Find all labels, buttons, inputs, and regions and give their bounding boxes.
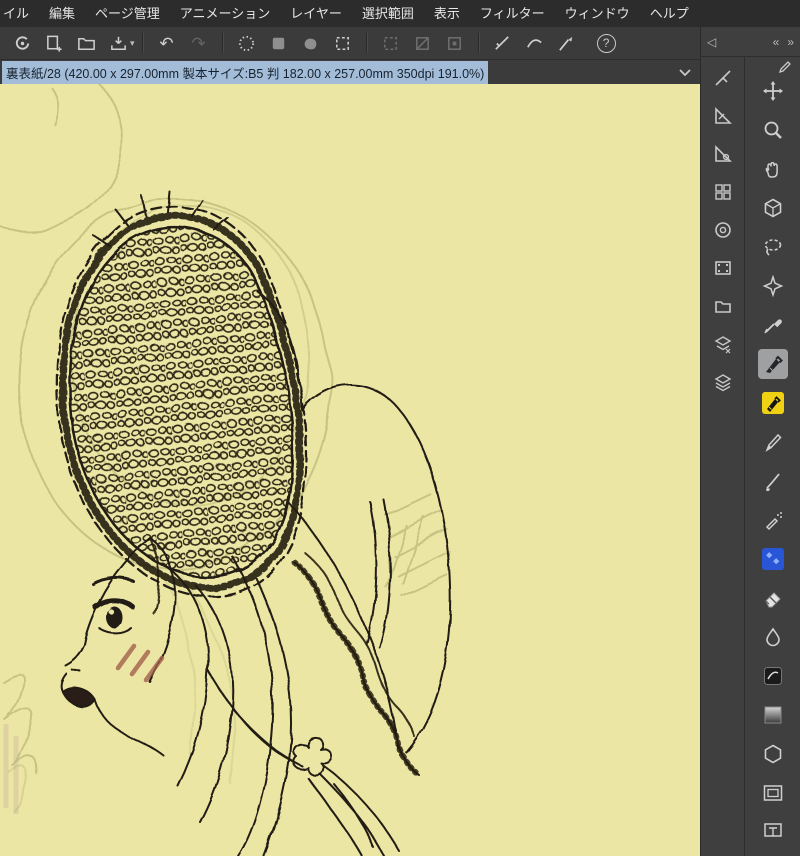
lasso-tool[interactable] [758,232,788,262]
crop-marks-icon[interactable] [330,30,356,56]
clip-studio-paint-window: イル 編集 ページ管理 アニメーション レイヤー 選択範囲 表示 フィルター ウ… [0,0,800,856]
toolbar-separator [221,33,224,53]
document-info-bar: 裏表紙/28 (420.00 x 297.00mm 製本サイズ:B5 判 182… [0,59,700,84]
eyedropper-tool[interactable] [758,310,788,340]
save-caret-icon[interactable]: ▾ [130,38,135,49]
edit-pencil-icon[interactable] [778,60,792,74]
main-toolbar: ▾ ↶ ↷ ? [0,27,700,59]
layer-property-icon[interactable] [710,331,736,357]
decoration-chip [761,548,784,570]
menu-help[interactable]: ヘルプ [640,0,699,27]
redo-icon[interactable]: ↷ [186,30,212,56]
tool-palette [745,57,800,856]
blush-marks [115,643,165,683]
menu-selection[interactable]: 選択範囲 [352,0,424,27]
undo-icon[interactable]: ↶ [154,30,180,56]
menu-animation[interactable]: アニメーション [170,0,280,27]
navigator-icon[interactable] [710,179,736,205]
document-info-text[interactable]: 裏表紙/28 (420.00 x 297.00mm 製本サイズ:B5 判 182… [2,60,489,84]
operation-tool[interactable] [758,193,788,223]
blend-tool[interactable] [758,622,788,652]
frame-border-tool[interactable] [758,778,788,808]
snap-curve-icon[interactable] [522,30,548,56]
toolbar-separator [141,33,144,53]
menu-file[interactable]: イル [0,0,39,27]
open-file-icon[interactable] [73,30,99,56]
select-blob-icon[interactable] [298,30,324,56]
marker-tool[interactable] [758,388,788,418]
dock-prev-icon[interactable]: « [773,35,780,49]
timeline-icon[interactable] [710,255,736,281]
clip-studio-logo-icon[interactable] [9,30,35,56]
bonnet-hat [55,191,308,598]
save-file-icon[interactable] [105,30,131,56]
dock-next-icon[interactable]: » [787,35,794,49]
pencil-tool[interactable] [758,427,788,457]
eraser-tool[interactable] [758,583,788,613]
decoration-tool[interactable] [758,544,788,574]
select-burst-icon[interactable] [234,30,260,56]
toolbar-separator [477,33,480,53]
material-icon[interactable] [710,293,736,319]
snap-pen-icon[interactable] [554,30,580,56]
menu-view[interactable]: 表示 [424,0,470,27]
drawing-canvas[interactable] [0,84,700,856]
sketch-faint-strokes [3,724,19,814]
palette-edit-row [745,57,800,76]
layer-icon[interactable] [710,369,736,395]
new-page-icon[interactable] [41,30,67,56]
palette-dock [701,57,745,856]
gradient-tool[interactable] [758,700,788,730]
select-square-icon[interactable] [266,30,292,56]
menu-bar: イル 編集 ページ管理 アニメーション レイヤー 選択範囲 表示 フィルター ウ… [0,0,800,27]
menu-window[interactable]: ウィンドウ [555,0,640,27]
sub-tool-detail-icon[interactable] [710,103,736,129]
collapse-left-icon[interactable]: ◁ [707,35,716,49]
pen-tool[interactable] [757,349,788,379]
chevron-down-icon[interactable] [678,68,692,77]
menu-filter[interactable]: フィルター [470,0,555,27]
fill-tool[interactable] [758,661,788,691]
marker-chip [761,392,784,414]
hand-tool[interactable] [758,154,788,184]
menu-page-manage[interactable]: ページ管理 [85,0,170,27]
text-tool[interactable] [758,817,788,847]
move-tool[interactable] [758,76,788,106]
figure-tool[interactable] [758,739,788,769]
deselect-dashed-icon[interactable] [378,30,404,56]
deselect-diagonal-icon[interactable] [410,30,436,56]
panel-header: ◁ « » [701,27,800,57]
sub-view-icon[interactable] [710,217,736,243]
quick-access-icon[interactable] [710,65,736,91]
hair-scrunchie [292,736,333,777]
brush-tool[interactable] [758,466,788,496]
auto-select-tool[interactable] [758,271,788,301]
deselect-outline-icon[interactable] [442,30,468,56]
menu-edit[interactable]: 編集 [39,0,85,27]
canvas-artwork [0,84,452,856]
zoom-tool[interactable] [758,115,788,145]
right-panel: ◁ « » [700,27,800,856]
snap-ruler-icon[interactable] [490,30,516,56]
toolbar-separator [365,33,368,53]
help-icon[interactable]: ? [596,33,616,53]
tool-property-icon[interactable] [710,141,736,167]
line-art [55,191,452,856]
panel-body [701,57,800,856]
airbrush-tool[interactable] [758,505,788,535]
menu-layer[interactable]: レイヤー [280,0,352,27]
